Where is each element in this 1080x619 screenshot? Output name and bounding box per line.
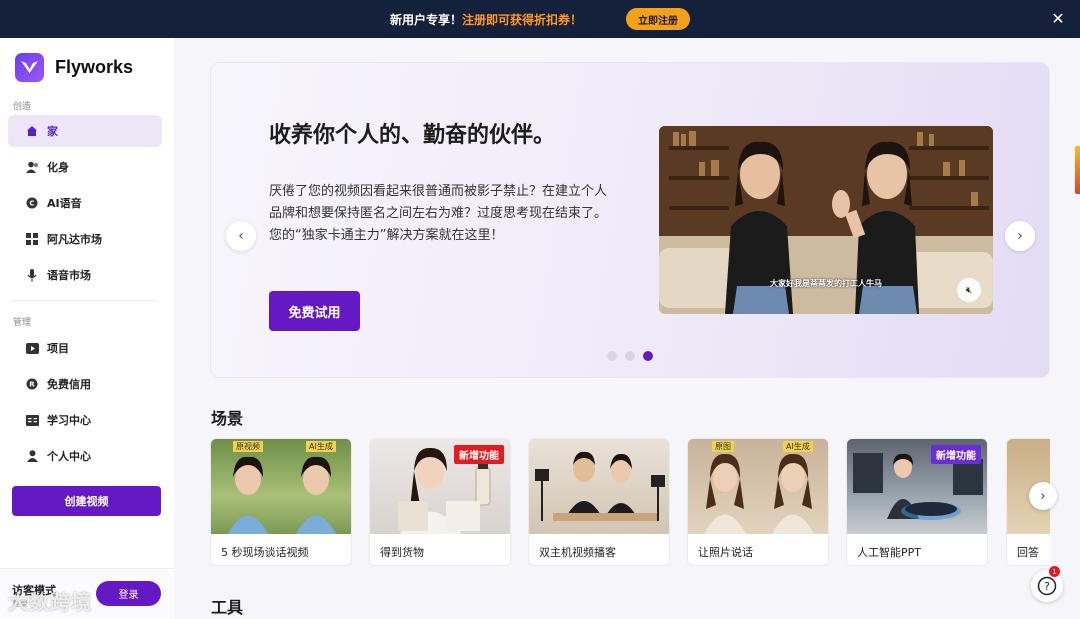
carousel-next-button[interactable]: › — [1005, 221, 1035, 251]
scene-cards: 原视频 AI生成 5 秒现场谈话视频 新增功能 得到货物 双主机视频播客 原图 … — [210, 438, 1050, 568]
book-icon — [25, 413, 39, 427]
hero-carousel: 收养你个人的、勤奋的伙伴。 厌倦了您的视频因看起来很普通而被影子禁止？在建立个人… — [210, 62, 1050, 378]
home-icon — [25, 124, 39, 138]
card-label: 人工智能PPT — [857, 546, 921, 559]
sidebar-item-label: 家 — [47, 125, 58, 138]
scene-card-talking-photo[interactable]: 原图 AI生成 让照片说话 — [687, 438, 829, 566]
sidebar-item-personal-center[interactable]: 个人中心 — [8, 440, 162, 472]
sidebar-item-voice-market[interactable]: 语音市场 — [8, 259, 162, 291]
register-now-button[interactable]: 立即注册 — [626, 8, 691, 30]
scene-card-dual-host-podcast[interactable]: 双主机视频播客 — [528, 438, 670, 566]
sidebar-item-ai-voice[interactable]: C AI语音 — [8, 187, 162, 219]
chevron-right-icon: › — [1040, 488, 1046, 504]
avatar-icon — [25, 160, 39, 174]
sidebar-item-home[interactable]: 家 — [8, 115, 162, 147]
sidebar-item-label: 个人中心 — [47, 450, 91, 463]
section-label-create: 创造 — [13, 102, 32, 112]
free-trial-button[interactable]: 免费试用 — [269, 291, 360, 331]
promo-text: 新用户专享！注册即可获得折扣券！ — [390, 11, 582, 28]
thumbnail-illustration — [228, 456, 336, 534]
voice-icon: C — [25, 196, 39, 210]
close-icon[interactable]: ✕ — [1048, 9, 1068, 29]
sidebar-item-learning-center[interactable]: 学习中心 — [8, 404, 162, 436]
section-title-tools: 工具 — [211, 598, 244, 617]
chevron-right-icon: › — [1017, 228, 1023, 244]
carousel-dot-active[interactable] — [643, 351, 653, 361]
promo-prefix: 新用户专享！ — [389, 12, 462, 27]
mute-icon: 🔇︎ — [965, 284, 973, 296]
sidebar-item-projects[interactable]: 项目 — [8, 332, 162, 364]
section-title-scenes: 场景 — [211, 409, 244, 428]
mic-icon — [25, 268, 39, 282]
tag-ai-generated: AI生成 — [783, 441, 813, 452]
help-icon: ? — [1037, 576, 1057, 596]
tag-original: 原视频 — [233, 441, 263, 452]
edge-widget[interactable] — [1075, 146, 1080, 194]
credit-icon: R — [25, 377, 39, 391]
watermark: 大数跨境 — [8, 590, 92, 614]
hero-title: 收养你个人的、勤奋的伙伴。 — [269, 123, 556, 148]
video-caption: 大家好我是蒂蒂发的打工人牛马 — [770, 279, 882, 288]
card-thumbnail — [688, 439, 828, 534]
sidebar-item-label: AI语音 — [47, 197, 82, 210]
card-label: 得到货物 — [380, 546, 424, 559]
carousel-dot[interactable] — [625, 351, 635, 361]
scene-card-live-talk[interactable]: 原视频 AI生成 5 秒现场谈话视频 — [210, 438, 352, 566]
card-label: 让照片说话 — [698, 546, 753, 559]
logo-icon — [15, 53, 44, 82]
new-feature-badge: 新增功能 — [931, 445, 981, 464]
card-label: 双主机视频播客 — [539, 546, 616, 559]
sidebar-item-label: 阿凡达市场 — [47, 233, 102, 246]
chevron-left-icon: ‹ — [238, 228, 244, 244]
svg-text:C: C — [29, 200, 34, 208]
create-video-button[interactable]: 创建视频 — [12, 486, 161, 516]
hero-description: 厌倦了您的视频因看起来很普通而被影子禁止？在建立个人品牌和想要保持匿名之间左右为… — [269, 184, 608, 243]
sidebar-item-label: 化身 — [47, 161, 69, 174]
play-icon — [25, 341, 39, 355]
new-feature-badge: 新增功能 — [454, 445, 504, 464]
sidebar-item-label: 项目 — [47, 342, 69, 355]
promo-highlight: 注册即可获得折扣券！ — [462, 12, 583, 27]
scene-card-ai-ppt[interactable]: 新增功能 人工智能PPT — [846, 438, 988, 566]
thumbnail-illustration — [535, 451, 665, 521]
user-icon — [25, 449, 39, 463]
tag-ai-generated: AI生成 — [306, 441, 336, 452]
sidebar: Flyworks 创造 家 化身 C AI语音 阿凡达市场 语音市场 管理 项目… — [0, 38, 174, 619]
sidebar-item-avatar-market[interactable]: 阿凡达市场 — [8, 223, 162, 255]
hero-video[interactable]: 大家好我是蒂蒂发的打工人牛马 🔇︎ — [659, 126, 993, 314]
card-label: 回答 — [1017, 546, 1039, 559]
sidebar-item-label: 免费信用 — [47, 378, 91, 391]
card-thumbnail — [211, 439, 351, 534]
scenes-next-button[interactable]: › — [1029, 482, 1057, 510]
svg-text:?: ? — [1044, 580, 1050, 593]
sidebar-item-label: 学习中心 — [47, 414, 91, 427]
card-thumbnail — [529, 439, 669, 534]
tag-original: 原图 — [712, 441, 734, 452]
sidebar-item-label: 语音市场 — [47, 269, 91, 282]
section-label-manage: 管理 — [13, 318, 32, 328]
sidebar-item-free-credits[interactable]: R 免费信用 — [8, 368, 162, 400]
svg-text:R: R — [29, 381, 35, 389]
carousel-dot[interactable] — [607, 351, 617, 361]
brand-name: Flyworks — [55, 57, 134, 77]
promo-banner: 新用户专享！注册即可获得折扣券！ 立即注册 ✕ — [0, 0, 1080, 38]
carousel-prev-button[interactable]: ‹ — [226, 221, 256, 251]
mute-button[interactable]: 🔇︎ — [957, 278, 981, 302]
grid-icon — [25, 232, 39, 246]
scene-card-get-goods[interactable]: 新增功能 得到货物 — [369, 438, 511, 566]
thumbnail-illustration — [704, 453, 814, 534]
carousel-dots — [607, 351, 653, 361]
sidebar-divider — [12, 300, 157, 301]
card-label: 5 秒现场谈话视频 — [221, 546, 309, 559]
notification-badge: 1 — [1049, 566, 1060, 577]
sidebar-item-avatar[interactable]: 化身 — [8, 151, 162, 183]
brand-logo[interactable]: Flyworks — [15, 53, 133, 82]
login-button[interactable]: 登录 — [96, 581, 161, 606]
